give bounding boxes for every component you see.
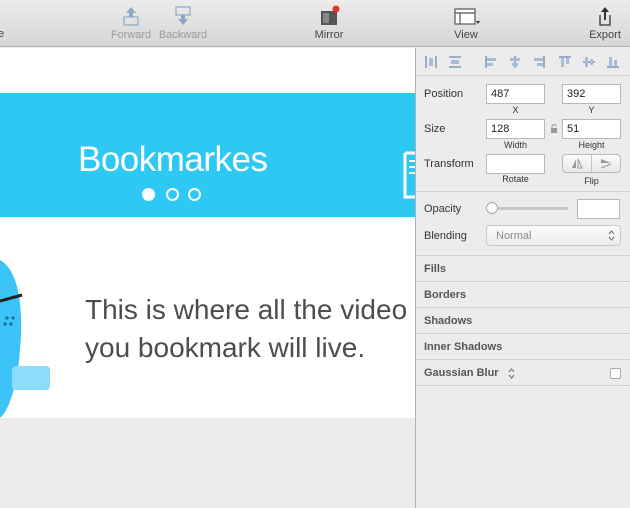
empty-state-line1: This is where all the video — [85, 294, 408, 325]
mascot-illustration — [0, 260, 50, 418]
forward-label: Forward — [110, 29, 152, 41]
position-x-field[interactable] — [486, 84, 545, 104]
align-middle-icon[interactable] — [582, 55, 596, 69]
gaussian-blur-checkbox[interactable] — [610, 368, 621, 379]
distribute-horizontal-icon[interactable] — [424, 55, 438, 69]
flip-vertical-button[interactable] — [592, 155, 620, 172]
backward-label: Backward — [158, 29, 208, 41]
opacity-slider-track[interactable] — [488, 207, 568, 210]
align-right-icon[interactable] — [532, 55, 546, 69]
flip-vertical-icon — [600, 159, 612, 169]
height-label: Height — [578, 140, 605, 150]
toolbar: e Forward Backward Mirror View Export — [0, 0, 630, 47]
flip-horizontal-button[interactable] — [563, 155, 592, 172]
mirror-label: Mirror — [314, 29, 344, 41]
position-y-field[interactable] — [562, 84, 621, 104]
transform-label: Transform — [424, 158, 474, 170]
divider — [416, 255, 630, 256]
forward-button[interactable]: Forward — [110, 5, 152, 41]
pager-dot-active[interactable] — [142, 188, 155, 201]
view-label: View — [454, 29, 478, 41]
export-label: Export — [589, 29, 621, 41]
flip-horizontal-icon — [572, 158, 583, 169]
select-arrows-icon — [608, 230, 615, 241]
forward-icon — [123, 7, 139, 26]
align-bottom-icon[interactable] — [606, 55, 620, 69]
blur-type-chevron-icon[interactable] — [508, 368, 515, 379]
flip-label: Flip — [584, 176, 599, 186]
canvas[interactable] — [0, 48, 415, 508]
rotate-label: Rotate — [502, 174, 529, 184]
pager-dot[interactable] — [166, 188, 179, 201]
pager-dot[interactable] — [188, 188, 201, 201]
divider — [416, 333, 630, 334]
rotate-field[interactable] — [486, 154, 545, 174]
align-top-icon[interactable] — [558, 55, 572, 69]
blending-label: Blending — [424, 230, 467, 242]
banner-title: Bookmarkes — [78, 140, 268, 179]
width-field[interactable] — [486, 119, 545, 139]
shadows-section-header[interactable]: Shadows — [424, 315, 472, 327]
divider — [416, 385, 630, 386]
borders-section-header[interactable]: Borders — [424, 289, 466, 301]
mirror-icon — [321, 5, 340, 25]
toolbar-partial-label: e — [0, 28, 5, 40]
divider — [416, 307, 630, 308]
backward-button[interactable]: Backward — [157, 5, 209, 41]
fills-section-header[interactable]: Fills — [424, 263, 446, 275]
divider — [416, 359, 630, 360]
blending-select[interactable]: Normal — [486, 225, 621, 246]
height-field[interactable] — [562, 119, 621, 139]
position-label: Position — [424, 88, 464, 100]
empty-state-text: This is where all the video you bookmark… — [85, 291, 407, 367]
distribute-vertical-icon[interactable] — [448, 55, 462, 69]
backward-icon — [175, 6, 191, 25]
mirror-button[interactable]: Mirror — [313, 5, 345, 41]
view-icon — [454, 8, 480, 25]
divider — [416, 281, 630, 282]
position-x-label: X — [512, 105, 519, 115]
opacity-field[interactable] — [577, 199, 620, 219]
blending-value: Normal — [496, 230, 532, 242]
position-y-label: Y — [588, 105, 595, 115]
gaussian-blur-section-header[interactable]: Gaussian Blur — [424, 367, 499, 379]
align-left-icon[interactable] — [484, 55, 498, 69]
opacity-slider-thumb[interactable] — [486, 202, 498, 214]
export-icon — [599, 7, 611, 26]
inspector-panel: Position X Y Size Width Height Transform… — [415, 48, 630, 508]
divider — [416, 191, 630, 192]
flip-buttons — [562, 154, 621, 173]
size-label: Size — [424, 123, 446, 135]
export-button[interactable]: Export — [587, 5, 623, 41]
inner-shadows-section-header[interactable]: Inner Shadows — [424, 341, 502, 353]
toolbar-partial-item[interactable]: e — [0, 26, 4, 40]
bookmark-icon — [403, 151, 415, 199]
empty-state-line2: you bookmark will live. — [85, 332, 366, 363]
width-label: Width — [503, 140, 527, 150]
lock-icon[interactable] — [550, 124, 558, 134]
alignment-toolbar — [416, 48, 630, 76]
align-center-icon[interactable] — [508, 55, 522, 69]
view-button[interactable]: View — [448, 5, 484, 41]
opacity-label: Opacity — [424, 203, 462, 215]
